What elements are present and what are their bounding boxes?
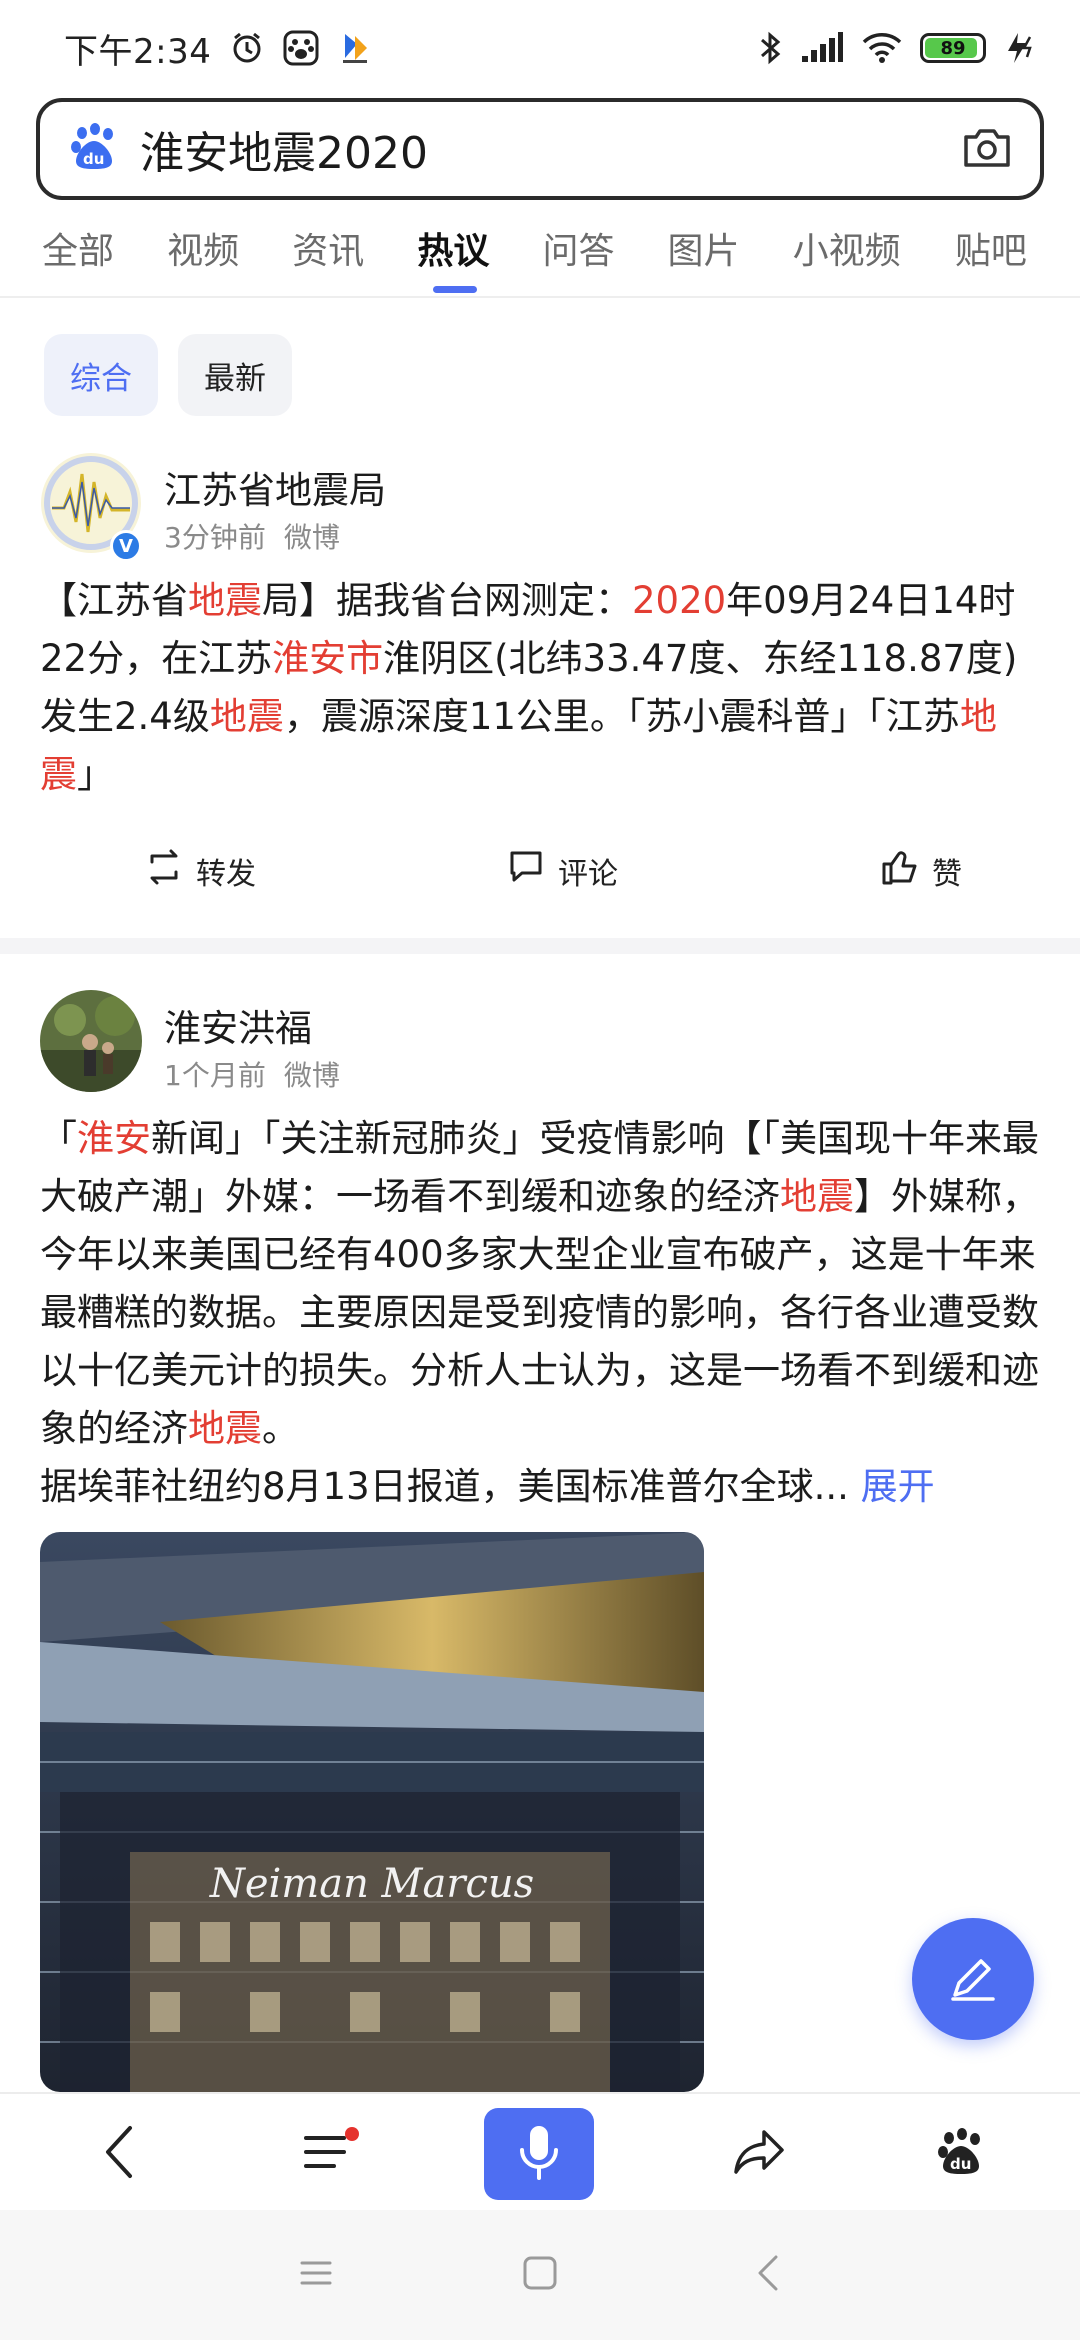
search-query[interactable]: 淮安地震2020 xyxy=(140,117,962,181)
recents-icon xyxy=(298,2257,334,2293)
forward-label: 转发 xyxy=(196,857,256,892)
tab-short-video[interactable]: 小视频 xyxy=(793,210,955,296)
home-square-icon xyxy=(522,2255,558,2295)
post-content[interactable]: 「淮安新闻」「关注新冠肺炎」受疫情影响【「美国现十年来最大破产潮」外媒：一场看不… xyxy=(40,1110,1040,1516)
tab-news[interactable]: 资讯 xyxy=(292,210,417,296)
camera-icon[interactable] xyxy=(962,125,1012,173)
store-sign-text: Neiman Marcus xyxy=(209,1861,534,1907)
battery-icon: 89 xyxy=(920,33,986,63)
keyword-highlight: 地震 xyxy=(188,579,262,622)
thumbs-up-icon xyxy=(880,848,920,894)
filter-latest[interactable]: 最新 xyxy=(178,334,292,416)
alarm-clock-icon xyxy=(229,30,265,66)
post-content[interactable]: 【江苏省地震局】据我省台网测定：2020年09月24日14时22分，在江苏淮安市… xyxy=(40,572,1040,804)
post-time: 3分钟前 xyxy=(164,521,266,554)
post-text: 局】据我省台网测定： xyxy=(262,579,632,622)
keyword-highlight: 淮安市 xyxy=(272,637,384,680)
tab-video[interactable]: 视频 xyxy=(167,210,292,296)
system-back-button[interactable] xyxy=(738,2250,798,2300)
tab-hot-discussion[interactable]: 热议 xyxy=(417,210,542,296)
charging-icon xyxy=(1004,31,1038,65)
browser-toolbar: du xyxy=(0,2092,1080,2210)
post-text: 据埃菲社纽约8月13日报道，美国标准普尔全球... xyxy=(40,1465,849,1508)
pencil-icon xyxy=(945,1949,1001,2009)
post-text: 。 xyxy=(262,1407,299,1450)
post-divider xyxy=(0,938,1080,954)
keyword-highlight: 地震 xyxy=(209,695,284,738)
baidu-home-button[interactable]: du xyxy=(926,2114,996,2194)
comment-icon xyxy=(506,848,546,894)
filter-chips: 综合 最新 xyxy=(44,334,292,416)
verified-badge-icon: V xyxy=(110,530,142,562)
search-bar[interactable]: du 淮安地震2020 xyxy=(36,98,1044,200)
baidu-paw-icon: du xyxy=(935,2126,987,2182)
post-time: 1个月前 xyxy=(164,1059,266,1092)
like-button[interactable]: 赞 xyxy=(880,848,962,894)
wifi-icon xyxy=(862,32,902,64)
search-category-tabs: 全部 视频 资讯 热议 问答 图片 小视频 贴吧 xyxy=(0,210,1080,298)
compose-button[interactable] xyxy=(912,1918,1034,2040)
post-source: 微博 xyxy=(283,521,340,554)
comment-button[interactable]: 评论 xyxy=(506,848,618,894)
post-text: ，震源深度11公里。「苏小震科普」「江苏 xyxy=(283,695,960,738)
home-button[interactable] xyxy=(510,2250,570,2300)
like-label: 赞 xyxy=(932,857,962,892)
status-bar: 下午2:34 89 xyxy=(0,0,1080,96)
expand-link[interactable]: 展开 xyxy=(849,1465,935,1508)
bluetooth-icon xyxy=(758,30,782,66)
app-notification-icon xyxy=(337,30,373,66)
post-author[interactable]: 江苏省地震局 xyxy=(164,460,386,514)
keyword-highlight: 淮安 xyxy=(77,1117,151,1160)
system-navigation-bar xyxy=(0,2210,1080,2340)
tab-tieba[interactable]: 贴吧 xyxy=(955,210,1080,296)
chevron-left-icon xyxy=(102,2124,138,2184)
share-arrow-icon xyxy=(732,2126,788,2182)
back-triangle-icon xyxy=(756,2253,780,2297)
battery-level: 89 xyxy=(940,37,966,59)
forward-icon xyxy=(144,848,184,894)
comment-label: 评论 xyxy=(558,857,618,892)
svg-text:du: du xyxy=(950,2155,971,2173)
recent-apps-button[interactable] xyxy=(286,2250,346,2300)
baidu-paw-icon xyxy=(283,30,319,66)
tab-images[interactable]: 图片 xyxy=(668,210,793,296)
status-time: 下午2:34 xyxy=(64,31,212,72)
forward-button[interactable]: 转发 xyxy=(144,848,256,894)
post-text: 」 xyxy=(77,753,114,796)
tab-qa[interactable]: 问答 xyxy=(542,210,667,296)
post-meta: 1个月前 微博 xyxy=(164,1054,340,1094)
post-actions: 转发 评论 赞 xyxy=(0,838,1080,908)
keyword-highlight: 2020 xyxy=(632,579,727,622)
keyword-highlight: 地震 xyxy=(780,1175,854,1218)
share-button[interactable] xyxy=(720,2114,800,2194)
tab-all[interactable]: 全部 xyxy=(42,210,167,296)
post-meta: 3分钟前 微博 xyxy=(164,516,340,556)
voice-search-button[interactable] xyxy=(484,2108,594,2200)
keyword-highlight: 地震 xyxy=(188,1407,262,1450)
post-image[interactable]: Neiman Marcus xyxy=(40,1532,704,2092)
menu-button[interactable] xyxy=(290,2114,370,2194)
avatar[interactable] xyxy=(40,990,142,1092)
post-text: 【江苏省 xyxy=(40,579,188,622)
back-button[interactable] xyxy=(90,2114,150,2194)
post-text: 「 xyxy=(40,1117,77,1160)
post-source: 微博 xyxy=(283,1059,340,1092)
signal-icon xyxy=(800,32,844,64)
post-author[interactable]: 淮安洪福 xyxy=(164,998,312,1052)
microphone-icon xyxy=(517,2122,561,2186)
menu-icon xyxy=(300,2124,360,2184)
baidu-logo-icon: du xyxy=(68,121,120,177)
svg-text:du: du xyxy=(83,150,104,168)
filter-comprehensive[interactable]: 综合 xyxy=(44,334,158,416)
